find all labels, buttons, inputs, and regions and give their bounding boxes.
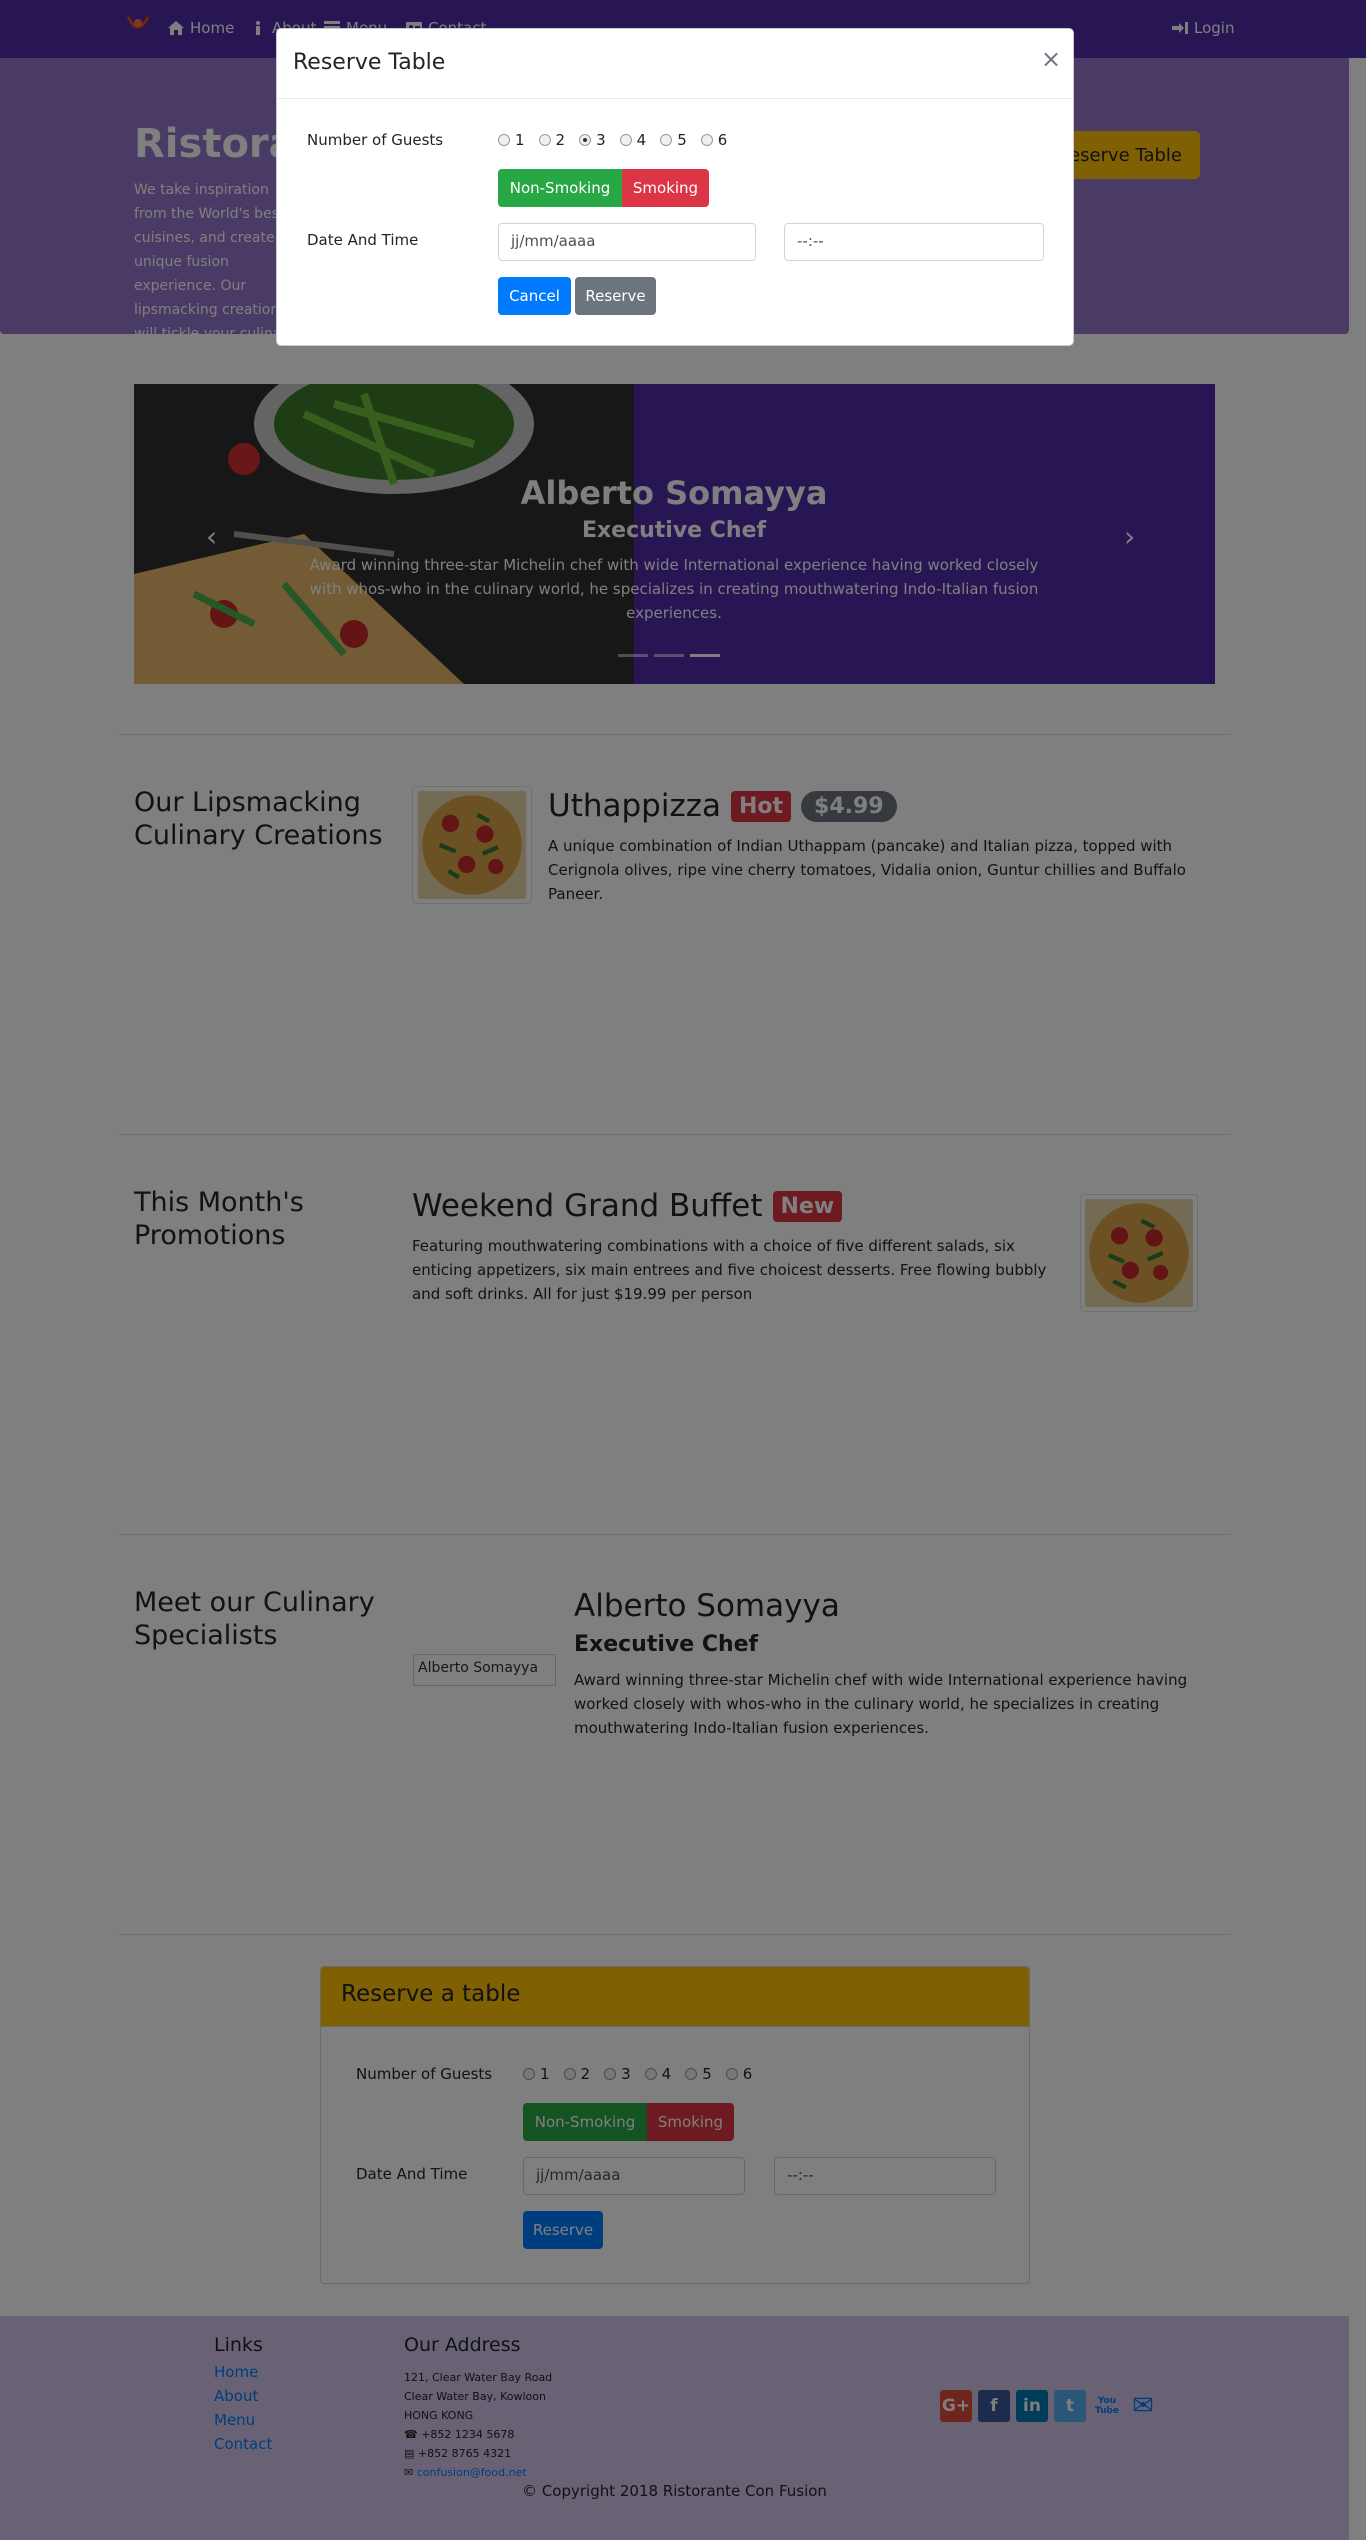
modal-guests-option[interactable]: 2	[538, 131, 566, 149]
radio-icon[interactable]	[538, 134, 551, 146]
modal-cancel-button[interactable]: Cancel	[498, 277, 571, 315]
guests-option-label: 2	[555, 131, 566, 149]
modal-guests-radio-group: 1 2 3 4 5 6	[498, 131, 727, 149]
modal-guests-option[interactable]: 1	[498, 131, 525, 149]
guests-option-label: 3	[596, 131, 606, 149]
guests-option-label: 4	[636, 131, 647, 149]
guests-option-label: 6	[717, 131, 728, 149]
modal-header: Reserve Table ×	[277, 29, 1073, 99]
radio-icon[interactable]	[700, 134, 713, 146]
modal-guests-option[interactable]: 4	[619, 131, 647, 149]
modal-datetime-label: Date And Time	[307, 231, 419, 249]
modal-guests-option[interactable]: 5	[660, 131, 687, 149]
modal-guests-option[interactable]: 6	[700, 131, 728, 149]
guests-option-label: 1	[515, 131, 525, 149]
modal-title: Reserve Table	[293, 50, 446, 75]
reserve-modal: Reserve Table × Number of Guests 1 2 3 4…	[276, 28, 1074, 346]
modal-smoking-button[interactable]: Smoking	[622, 169, 709, 207]
radio-icon[interactable]	[498, 134, 510, 146]
radio-icon[interactable]	[660, 134, 673, 146]
modal-smoking-toggle: Non-Smoking Smoking	[498, 169, 709, 207]
modal-backdrop[interactable]	[0, 0, 1366, 2540]
radio-icon[interactable]	[619, 134, 632, 146]
radio-checked-icon[interactable]	[579, 134, 592, 146]
modal-guests-label: Number of Guests	[307, 131, 444, 149]
modal-date-input[interactable]: jj/mm/aaaa	[498, 223, 756, 261]
modal-time-input[interactable]: --:--	[784, 223, 1044, 261]
modal-reserve-button[interactable]: Reserve	[575, 277, 656, 315]
modal-guests-option[interactable]: 3	[579, 131, 606, 149]
modal-non-smoking-button[interactable]: Non-Smoking	[498, 169, 622, 207]
close-icon[interactable]: ×	[1041, 45, 1061, 73]
guests-option-label: 5	[677, 131, 687, 149]
